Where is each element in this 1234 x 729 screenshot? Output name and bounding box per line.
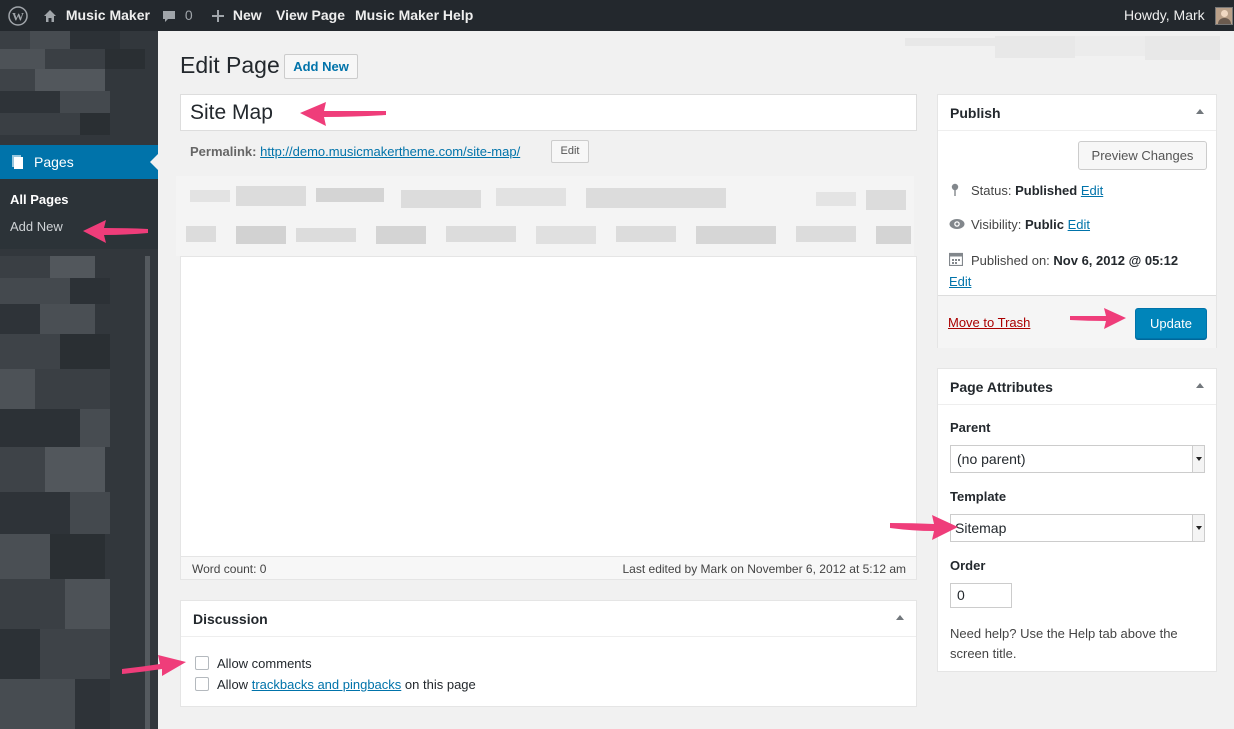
pages-icon xyxy=(9,154,25,173)
svg-text:W: W xyxy=(12,10,24,24)
pin-icon xyxy=(949,183,965,200)
annotation-arrow-icon xyxy=(300,102,386,126)
permalink-url-link[interactable]: http://demo.musicmakertheme.com/site-map… xyxy=(260,144,520,159)
greeting-label: Howdy, Mark xyxy=(1124,7,1205,23)
status-edit-link[interactable]: Edit xyxy=(1081,183,1103,198)
visibility-label: Visibility: xyxy=(971,217,1022,232)
avatar xyxy=(1214,7,1233,26)
submenu-all-pages[interactable]: All Pages xyxy=(10,192,69,207)
new-content-link[interactable]: New xyxy=(211,0,262,31)
view-page-link[interactable]: View Page xyxy=(276,0,345,31)
publish-header[interactable]: Publish xyxy=(938,95,1216,131)
comments-count: 0 xyxy=(184,7,193,23)
allow-pings-prefix: Allow xyxy=(217,677,249,692)
annotation-arrow-icon xyxy=(890,515,958,540)
site-name-link[interactable]: Music Maker xyxy=(42,0,150,31)
content-editor[interactable] xyxy=(180,256,917,580)
page-attributes-title: Page Attributes xyxy=(950,379,1053,395)
permalink-edit-button[interactable]: Edit xyxy=(551,140,589,163)
home-icon xyxy=(44,10,56,23)
visibility-edit-link[interactable]: Edit xyxy=(1068,217,1090,232)
editor-toolbar-obscured xyxy=(176,176,914,256)
publish-title: Publish xyxy=(950,105,1001,121)
visibility-row: Visibility: Public Edit xyxy=(949,217,1090,233)
preview-changes-button[interactable]: Preview Changes xyxy=(1078,141,1207,170)
collapse-toggle-icon[interactable] xyxy=(1196,383,1204,388)
comments-link[interactable]: 0 xyxy=(161,0,193,31)
eye-icon xyxy=(949,218,965,233)
status-label: Status: xyxy=(971,183,1012,198)
page-title: Edit Page xyxy=(180,52,280,78)
obscured-menu-top xyxy=(0,31,145,137)
submenu-add-new[interactable]: Add New xyxy=(10,219,63,234)
template-label: Template xyxy=(950,489,1007,504)
chevron-down-icon xyxy=(1192,515,1204,541)
template-select[interactable]: Sitemap xyxy=(950,514,1205,542)
update-button[interactable]: Update xyxy=(1135,308,1207,339)
collapse-toggle-icon[interactable] xyxy=(1196,109,1204,114)
published-on-label: Published on: xyxy=(971,253,1050,268)
discussion-title: Discussion xyxy=(193,611,268,627)
order-input[interactable]: 0 xyxy=(950,583,1012,608)
current-menu-indicator xyxy=(150,154,158,170)
allow-comments-checkbox[interactable] xyxy=(195,656,209,670)
parent-select-value: (no parent) xyxy=(957,451,1026,467)
published-on-edit-link[interactable]: Edit xyxy=(949,274,971,289)
order-value: 0 xyxy=(957,587,965,603)
discussion-header[interactable]: Discussion xyxy=(181,601,916,637)
admin-sidebar: Pages All Pages Add New xyxy=(0,31,158,729)
discussion-box: Discussion Allow comments Allow trackbac… xyxy=(180,600,917,707)
page-title-input[interactable]: Site Map xyxy=(180,94,917,131)
status-value: Published xyxy=(1015,183,1078,198)
trackbacks-link[interactable]: trackbacks and pingbacks xyxy=(252,677,402,692)
order-label: Order xyxy=(950,558,986,573)
annotation-arrow-icon xyxy=(122,655,186,676)
account-menu[interactable]: Howdy, Mark xyxy=(1124,0,1233,31)
permalink-row: Permalink: http://demo.musicmakertheme.c… xyxy=(190,144,520,159)
permalink-label: Permalink: xyxy=(190,144,257,159)
visibility-value: Public xyxy=(1024,217,1064,232)
allow-comments-row[interactable]: Allow comments xyxy=(195,656,312,671)
collapse-toggle-icon[interactable] xyxy=(896,615,904,620)
annotation-arrow-icon xyxy=(1070,308,1126,329)
site-name-label: Music Maker xyxy=(65,7,150,23)
allow-pings-row[interactable]: Allow trackbacks and pingbacks on this p… xyxy=(195,677,476,692)
move-to-trash-link[interactable]: Move to Trash xyxy=(948,315,1030,330)
admin-bar: W Music Maker 0 New View Page Music Make… xyxy=(0,0,1234,31)
editor-status-bar: Word count: 0 Last edited by Mark on Nov… xyxy=(180,556,917,580)
plus-icon xyxy=(212,10,224,23)
status-row: Status: Published Edit xyxy=(949,183,1103,200)
published-on-value: Nov 6, 2012 @ 05:12 xyxy=(1053,253,1179,268)
template-select-value: Sitemap xyxy=(955,520,1007,536)
theme-help-link[interactable]: Music Maker Help xyxy=(355,0,473,31)
sidebar-item-pages-label: Pages xyxy=(34,154,74,170)
annotation-arrow-icon xyxy=(83,220,148,243)
published-on-row: Published on: Nov 6, 2012 @ 05:12 Edit xyxy=(948,251,1179,292)
page-attributes-header[interactable]: Page Attributes xyxy=(938,369,1216,405)
page-title-value: Site Map xyxy=(190,101,273,124)
chevron-down-icon xyxy=(1192,446,1204,472)
page-attributes-box: Page Attributes Parent (no parent) Templ… xyxy=(937,368,1217,672)
sidebar-item-pages[interactable]: Pages xyxy=(0,145,158,179)
word-count: Word count: 0 xyxy=(192,562,267,576)
new-label: New xyxy=(232,7,262,23)
last-edited-info: Last edited by Mark on November 6, 2012 … xyxy=(622,562,907,576)
add-new-page-button[interactable]: Add New xyxy=(284,54,358,79)
allow-pings-suffix: on this page xyxy=(404,677,476,692)
allow-pings-checkbox[interactable] xyxy=(195,677,209,691)
parent-label: Parent xyxy=(950,420,991,435)
calendar-icon xyxy=(948,252,965,272)
comment-bubble-icon xyxy=(163,11,175,23)
parent-select[interactable]: (no parent) xyxy=(950,445,1205,473)
allow-comments-label: Allow comments xyxy=(217,656,312,671)
page-attributes-help: Need help? Use the Help tab above the sc… xyxy=(950,626,1178,661)
wordpress-logo-icon[interactable]: W xyxy=(8,0,28,31)
